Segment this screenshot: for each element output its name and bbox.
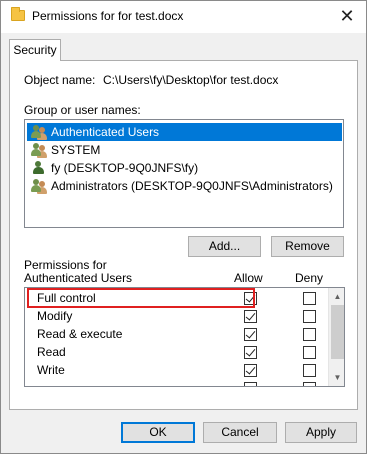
folder-icon bbox=[11, 7, 25, 21]
checkmark-icon bbox=[245, 346, 256, 357]
permission-row-write: Write bbox=[25, 361, 327, 379]
allow-checkbox[interactable] bbox=[244, 310, 257, 323]
users-group-icon bbox=[31, 142, 47, 158]
permission-row-modify: Modify bbox=[25, 307, 327, 325]
allow-checkbox[interactable] bbox=[244, 382, 257, 386]
allow-checkbox[interactable] bbox=[244, 364, 257, 377]
permission-row-read: Read bbox=[25, 343, 327, 361]
scroll-up-icon[interactable]: ▲ bbox=[329, 288, 344, 305]
permissions-list: Full control Modify Read & execute Read bbox=[24, 287, 345, 387]
checkmark-icon bbox=[245, 364, 256, 375]
allow-checkbox[interactable] bbox=[244, 346, 257, 359]
group-names-label: Group or user names: bbox=[24, 103, 141, 117]
window-title: Permissions for for test.docx bbox=[32, 9, 184, 23]
permission-name: Write bbox=[37, 363, 65, 377]
close-button[interactable]: ✕ bbox=[328, 1, 366, 31]
apply-button[interactable]: Apply bbox=[285, 422, 357, 443]
deny-checkbox[interactable] bbox=[303, 328, 316, 341]
user-name: Administrators (DESKTOP-9Q0JNFS\Administ… bbox=[51, 179, 333, 193]
permission-name: Read & execute bbox=[37, 327, 123, 341]
add-button[interactable]: Add... bbox=[188, 236, 261, 257]
title-bar: Permissions for for test.docx ✕ bbox=[1, 1, 366, 33]
cancel-button[interactable]: Cancel bbox=[203, 422, 277, 443]
allow-column-header: Allow bbox=[234, 271, 263, 285]
deny-checkbox[interactable] bbox=[303, 382, 316, 386]
deny-checkbox[interactable] bbox=[303, 346, 316, 359]
scroll-down-icon[interactable]: ▼ bbox=[329, 369, 344, 386]
user-icon bbox=[31, 160, 47, 176]
deny-checkbox[interactable] bbox=[303, 310, 316, 323]
user-name: fy (DESKTOP-9Q0JNFS\fy) bbox=[51, 161, 199, 175]
list-item-administrators[interactable]: Administrators (DESKTOP-9Q0JNFS\Administ… bbox=[27, 177, 342, 195]
user-name: SYSTEM bbox=[51, 143, 101, 157]
permissions-dialog: Permissions for for test.docx ✕ Security… bbox=[0, 0, 367, 454]
permissions-scrollbar[interactable]: ▲ ▼ bbox=[328, 288, 344, 386]
list-item-fy[interactable]: fy (DESKTOP-9Q0JNFS\fy) bbox=[27, 159, 342, 177]
permission-name: Read bbox=[37, 345, 66, 359]
users-group-icon bbox=[31, 178, 47, 194]
allow-checkbox[interactable] bbox=[244, 328, 257, 341]
users-group-icon bbox=[31, 124, 47, 140]
checkmark-icon bbox=[245, 310, 256, 321]
object-name-value: C:\Users\fy\Desktop\for test.docx bbox=[103, 73, 279, 87]
permission-row-partial bbox=[25, 379, 327, 386]
permission-name: Modify bbox=[37, 309, 73, 323]
user-name: Authenticated Users bbox=[51, 125, 160, 139]
tab-security[interactable]: Security bbox=[9, 39, 61, 61]
permission-row-read-execute: Read & execute bbox=[25, 325, 327, 343]
ok-button[interactable]: OK bbox=[121, 422, 195, 443]
scroll-thumb[interactable] bbox=[331, 305, 344, 359]
list-item-system[interactable]: SYSTEM bbox=[27, 141, 342, 159]
security-panel: Object name: C:\Users\fy\Desktop\for tes… bbox=[9, 60, 358, 410]
deny-checkbox[interactable] bbox=[303, 364, 316, 377]
deny-checkbox[interactable] bbox=[303, 292, 316, 305]
permissions-label: Permissions for Authenticated Users bbox=[24, 258, 133, 285]
checkmark-icon bbox=[245, 328, 256, 339]
full-control-highlight bbox=[27, 288, 255, 308]
deny-column-header: Deny bbox=[295, 271, 324, 285]
object-name-label: Object name: bbox=[24, 73, 96, 87]
list-item-authenticated-users[interactable]: Authenticated Users bbox=[27, 123, 342, 141]
users-listbox[interactable]: Authenticated Users SYSTEM fy (DESKTOP-9… bbox=[24, 119, 344, 228]
remove-button[interactable]: Remove bbox=[271, 236, 344, 257]
